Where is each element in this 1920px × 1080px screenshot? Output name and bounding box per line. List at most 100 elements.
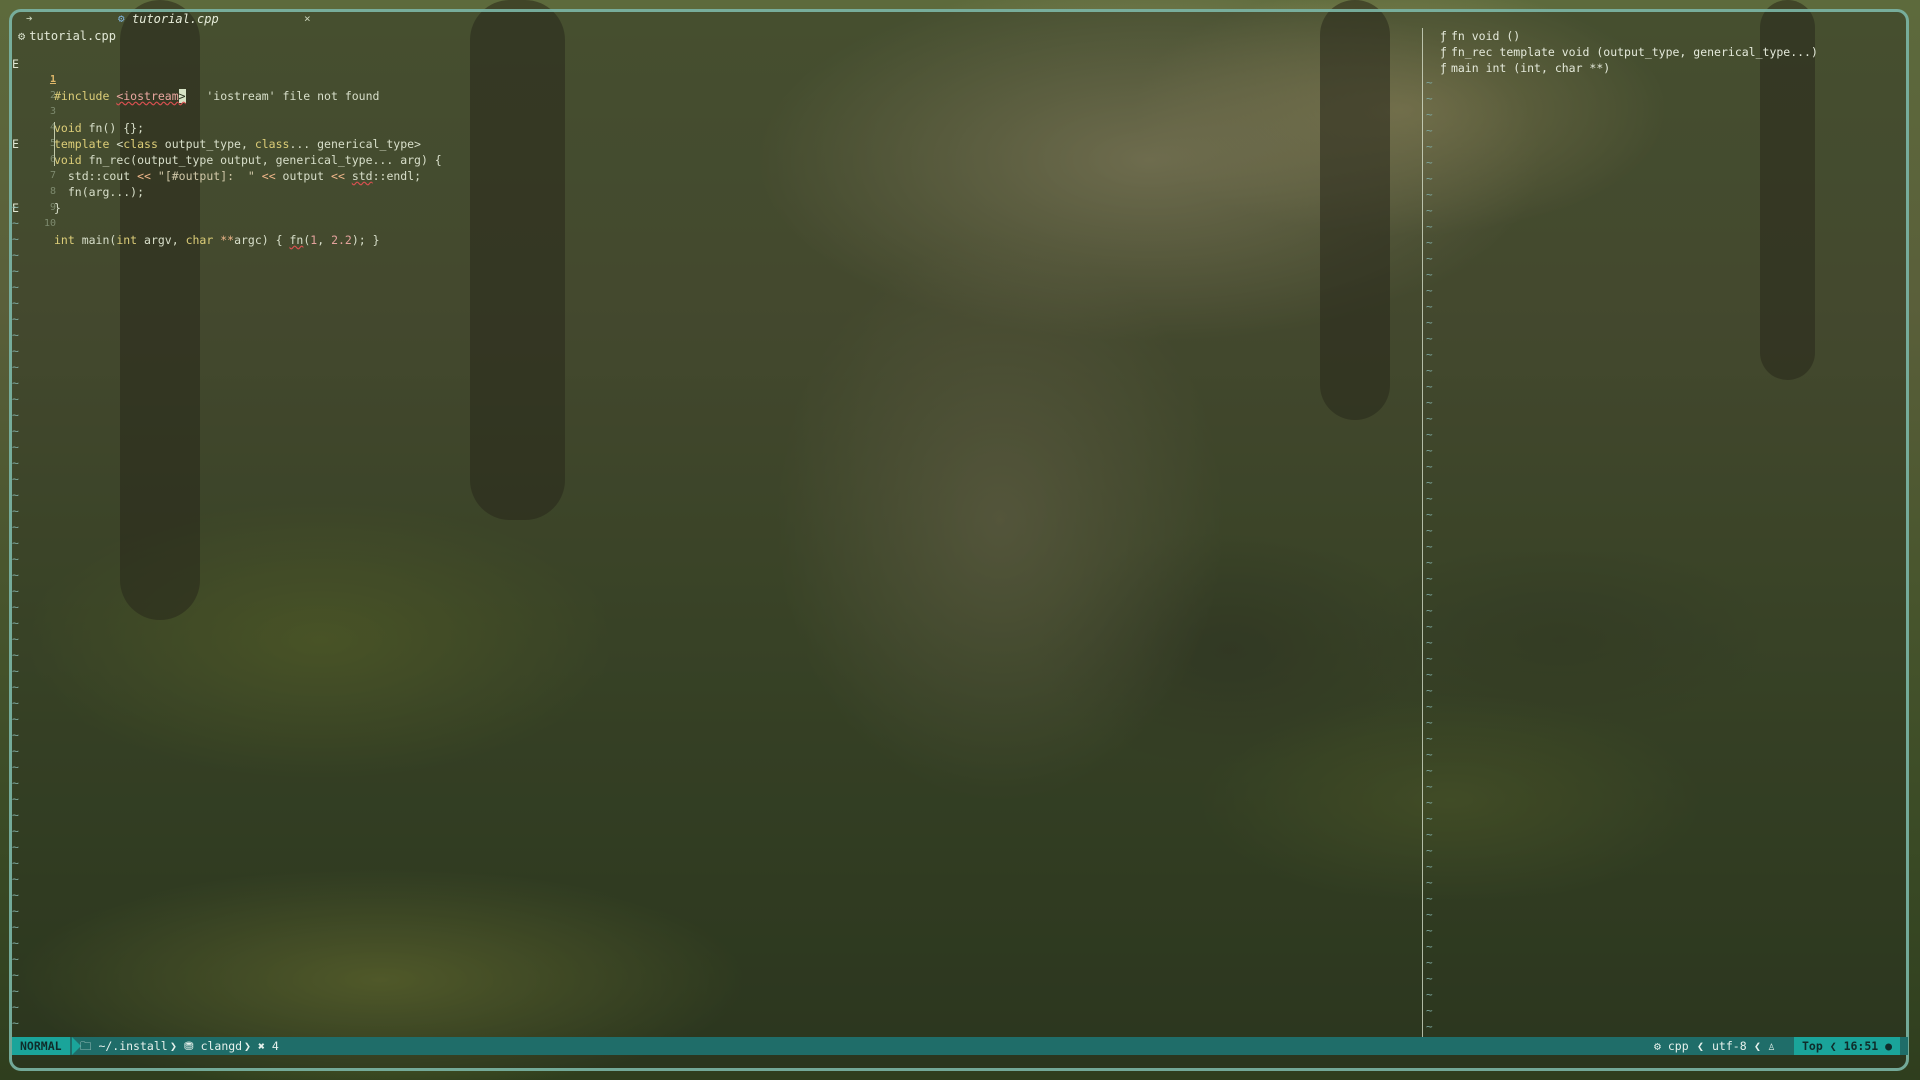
tilde-marker: ~	[1426, 956, 1433, 969]
tilde-marker: ~	[1426, 572, 1433, 585]
position-label: Top	[1802, 1039, 1823, 1053]
tilde-marker: ~	[12, 920, 19, 934]
tilde-marker: ~	[12, 440, 19, 454]
tilde-marker: ~	[12, 584, 19, 598]
tilde-marker: ~	[1426, 668, 1433, 681]
tilde-marker: ~	[12, 984, 19, 998]
tilde-marker: ~	[1426, 140, 1433, 153]
position-segment[interactable]: Top ❮ 16:51 ●	[1794, 1037, 1901, 1055]
tilde-marker: ~	[12, 744, 19, 758]
cwd-segment[interactable]: 🗀 ~/.install	[80, 1037, 168, 1055]
tilde-marker: ~	[12, 1000, 19, 1014]
tilde-marker: ~	[1426, 252, 1433, 265]
tilde-marker: ~	[1426, 764, 1433, 777]
tilde-marker: ~	[12, 392, 19, 406]
tilde-marker: ~	[1426, 508, 1433, 521]
code-line[interactable]: 8 }	[12, 152, 1412, 215]
tilde-marker: ~	[12, 248, 19, 262]
outline-item[interactable]: ƒ main int (int, char **)	[1440, 60, 1818, 76]
tilde-marker: ~	[1426, 300, 1433, 313]
code-line[interactable]: 4 template <class output_type, class... …	[12, 88, 1412, 151]
tilde-marker: ~	[12, 856, 19, 870]
tilde-marker: ~	[1426, 828, 1433, 841]
tilde-marker: ~	[1426, 844, 1433, 857]
tilde-marker: ~	[12, 760, 19, 774]
tilde-marker: ~	[12, 216, 19, 230]
tilde-marker: ~	[12, 680, 19, 694]
mode-indicator: NORMAL	[12, 1037, 70, 1055]
function-icon: ƒ	[1440, 61, 1447, 75]
filetype-segment[interactable]: ⚙ cpp	[1654, 1037, 1689, 1055]
tilde-marker: ~	[1426, 76, 1433, 89]
tilde-marker: ~	[1426, 748, 1433, 761]
tilde-marker: ~	[12, 488, 19, 502]
tilde-marker: ~	[1426, 636, 1433, 649]
tilde-marker: ~	[1426, 524, 1433, 537]
tilde-marker: ~	[1426, 348, 1433, 361]
tilde-marker: ~	[1426, 540, 1433, 553]
outline-item-detail: void ()	[1471, 29, 1521, 43]
code-line[interactable]: E 1 #include <iostream> 'iostream' file …	[12, 40, 1412, 103]
tilde-marker: ~	[1426, 700, 1433, 713]
tilde-marker: ~	[1426, 1020, 1433, 1033]
gear-icon: ⚙	[118, 12, 125, 25]
tilde-marker: ~	[1426, 556, 1433, 569]
code-line[interactable]: E 6 std::cout << "[#output]: " << output…	[12, 120, 1412, 183]
tilde-marker: ~	[1426, 652, 1433, 665]
lsp-segment[interactable]: ⛃ clangd	[184, 1037, 242, 1055]
tilde-marker: ~	[1426, 236, 1433, 249]
outline-item-name: fn	[1450, 29, 1465, 43]
diagnostics-segment[interactable]: ✖ 4	[258, 1037, 279, 1055]
tilde-marker: ~	[1426, 860, 1433, 873]
code-text: int main(int argv, char **argc) { fn(1, …	[54, 233, 380, 247]
tilde-marker: ~	[12, 888, 19, 902]
linux-icon: ♙	[1768, 1039, 1775, 1053]
close-icon[interactable]: ×	[304, 12, 311, 25]
tilde-marker: ~	[1426, 620, 1433, 633]
tilde-marker: ~	[12, 904, 19, 918]
tilde-marker: ~	[12, 568, 19, 582]
tilde-marker: ~	[12, 616, 19, 630]
tilde-marker: ~	[1426, 188, 1433, 201]
tilde-marker: ~	[12, 376, 19, 390]
indent-guide	[54, 122, 55, 166]
tilde-marker: ~	[1426, 908, 1433, 921]
function-icon: ƒ	[1440, 45, 1447, 59]
tilde-marker: ~	[1426, 988, 1433, 1001]
tab-tutorial-cpp[interactable]: ⚙ tutorial.cpp ×	[114, 12, 326, 28]
code-line[interactable]: 3 void fn() {};	[12, 72, 1412, 135]
tilde-marker: ~	[1426, 492, 1433, 505]
tilde-marker: ~	[1426, 732, 1433, 745]
tilde-marker: ~	[1426, 972, 1433, 985]
tab-label: tutorial.cpp	[132, 12, 219, 26]
tilde-marker: ~	[1426, 108, 1433, 121]
code-line[interactable]: 5 void fn_rec(output_type output, generi…	[12, 104, 1412, 167]
lsp-label: clangd	[200, 1039, 243, 1053]
tilde-marker: ~	[12, 648, 19, 662]
tilde-marker: ~	[12, 456, 19, 470]
code-line[interactable]: 7 fn(arg...);	[12, 136, 1412, 199]
tilde-marker: ~	[1426, 220, 1433, 233]
tilde-marker: ~	[12, 968, 19, 982]
tilde-marker: ~	[12, 312, 19, 326]
tilde-marker: ~	[12, 200, 19, 214]
tilde-marker: ~	[12, 872, 19, 886]
encoding-label[interactable]: utf-8	[1712, 1037, 1747, 1055]
tilde-marker: ~	[12, 840, 19, 854]
tilde-marker: ~	[12, 632, 19, 646]
tilde-marker: ~	[1426, 332, 1433, 345]
outline-item[interactable]: ƒ fn void ()	[1440, 28, 1818, 44]
tilde-marker: ~	[1426, 924, 1433, 937]
symbols-outline-panel: ƒ fn void () ƒ fn_rec template void (outpu…	[1440, 28, 1818, 76]
tilde-marker: ~	[12, 360, 19, 374]
window-split-divider[interactable]	[1422, 28, 1423, 1038]
tilde-marker: ~	[1426, 268, 1433, 281]
tilde-marker: ~	[1426, 716, 1433, 729]
code-line[interactable]: 9	[12, 168, 1412, 213]
tilde-marker: ~	[1426, 684, 1433, 697]
tilde-marker: ~	[12, 472, 19, 486]
tilde-marker: ~	[1426, 428, 1433, 441]
code-line[interactable]: E 10 int main(int argv, char **argc) { f…	[12, 184, 1412, 247]
code-line[interactable]: 2	[12, 56, 1412, 101]
outline-item[interactable]: ƒ fn_rec template void (output_type, gene…	[1440, 44, 1818, 60]
